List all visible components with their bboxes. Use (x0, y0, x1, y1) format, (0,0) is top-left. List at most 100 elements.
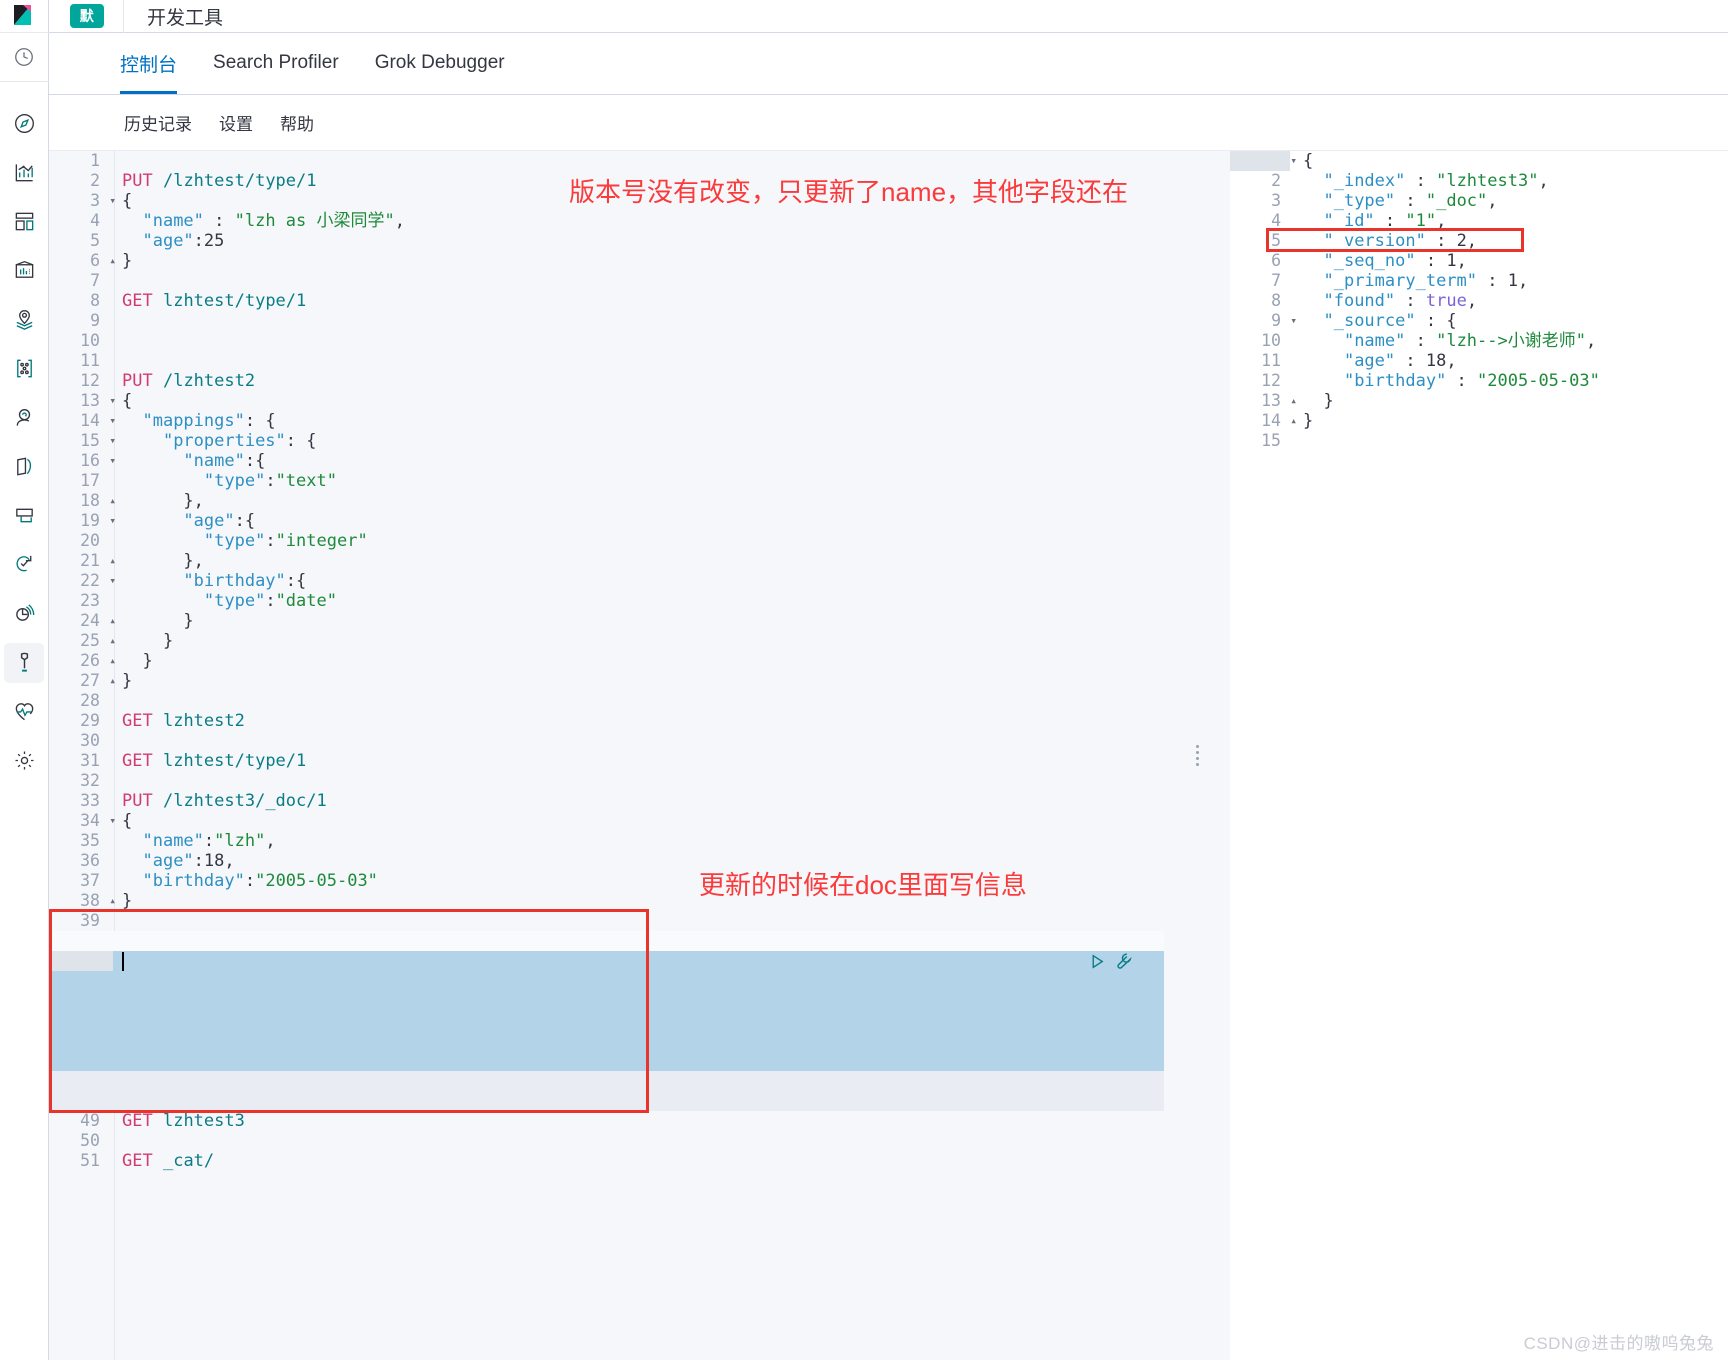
tab-search-profiler[interactable]: Search Profiler (195, 32, 357, 94)
code-line: "found" : true, (1323, 291, 1478, 311)
line-number: 8 (90, 291, 100, 310)
code-line: GET lzhtest2 (122, 711, 245, 731)
line-number: 28 (80, 691, 100, 710)
line-number: 38 ▴ (80, 891, 116, 910)
space-avatar[interactable]: 默 (70, 4, 104, 28)
tab-search-profiler-label: Search Profiler (213, 52, 339, 73)
sidebar-item-graph[interactable] (0, 344, 49, 393)
code-line: "_index" : "lzhtest3", (1323, 171, 1549, 191)
request-actions[interactable] (1089, 952, 1133, 970)
line-number: 32 (80, 771, 100, 790)
wrench-icon[interactable] (1115, 952, 1133, 970)
line-number: 34 ▾ (80, 811, 116, 830)
sidebar-item-discover[interactable] (0, 99, 49, 148)
line-number: 25 ▴ (80, 631, 116, 650)
sidebar-item-canvas[interactable] (0, 246, 49, 295)
tab-console[interactable]: 控制台 (120, 32, 195, 94)
gear-icon (4, 741, 44, 781)
line-number: 21 ▴ (80, 551, 116, 570)
line-number: 29 (80, 711, 100, 730)
sidebar-item-siem[interactable] (0, 589, 49, 638)
line-number: 14 ▴ (1261, 411, 1297, 430)
line-number: 23 (80, 591, 100, 610)
code-line: PUT /lzhtest2 (122, 371, 256, 391)
dashboard-icon (4, 202, 44, 242)
submenu-settings[interactable]: 设置 (219, 110, 253, 135)
tab-grok-debugger-label: Grok Debugger (374, 52, 505, 73)
annotation-version-note: 版本号没有改变，只更新了name，其他字段还在 (569, 177, 1129, 207)
request-editor[interactable]: 1 2 3 ▾ 4 5 6 ▴ 7 8 9 10 11 12 13 ▾ 14 ▾ 15 ▾ 16 ▾ 17 18 ▴ 19 ▾ 20 2… (49, 151, 1164, 1360)
line-number: 12 (80, 371, 100, 390)
code-line: }, (183, 551, 204, 571)
submenu-history[interactable]: 历史记录 (124, 110, 192, 135)
tab-grok-debugger[interactable]: Grok Debugger (357, 32, 523, 94)
code-line: } (122, 251, 133, 271)
line-number: 35 (80, 831, 100, 850)
sidebar-item-management[interactable] (0, 736, 49, 785)
line-number: 13 ▾ (80, 391, 116, 410)
line-number: 31 (80, 751, 100, 770)
line-number: 12 (1261, 371, 1281, 390)
code-text[interactable]: { "_index" : "lzhtest3", "_type" : "_doc… (1303, 151, 1600, 451)
code-line: "type":"integer" (203, 531, 368, 551)
sidebar-item-recently-viewed[interactable] (0, 33, 49, 82)
code-line: { (122, 191, 133, 211)
code-line: { (1303, 151, 1314, 171)
line-number: 24 ▴ (80, 611, 116, 630)
code-line: } (1303, 411, 1314, 431)
code-line: GET lzhtest/type/1 (122, 751, 307, 771)
sidebar-item-monitoring[interactable] (0, 687, 49, 736)
annotation-box-version (1266, 228, 1524, 252)
sidebar-item-maps[interactable] (0, 295, 49, 344)
play-icon[interactable] (1089, 953, 1106, 970)
code-line: } (122, 671, 133, 691)
line-number: 9 ▾ (1271, 311, 1297, 330)
line-number: 16 ▾ (80, 451, 116, 470)
line-number: 11 (80, 351, 100, 370)
sidebar-item-machine-learning[interactable] (0, 393, 49, 442)
line-number: 6 ▴ (90, 251, 116, 270)
line-number: 15 ▾ (80, 431, 116, 450)
annotation-box-update-request (49, 909, 649, 1113)
line-number: 36 (80, 851, 100, 870)
line-number: 5 (90, 231, 100, 250)
uptime-icon (4, 545, 44, 585)
line-number: 2 (90, 171, 100, 190)
global-nav-rail (0, 0, 49, 1360)
elastic-logo[interactable] (0, 0, 49, 33)
response-viewer[interactable]: 1▾23456789▾10111213▴14▴15{ "_index" : "l… (1230, 151, 1728, 1360)
main-area: 默 开发工具 控制台 Search Profiler Grok Debugger… (49, 0, 1728, 1360)
pane-resizer[interactable] (1164, 151, 1230, 1360)
sidebar-item-uptime[interactable] (0, 540, 49, 589)
line-number: 50 (80, 1131, 100, 1150)
app-title: 开发工具 (147, 7, 224, 29)
line-number: 6 (1271, 251, 1281, 270)
code-line: }, (183, 491, 204, 511)
sidebar-item-dev-tools[interactable] (0, 638, 49, 687)
code-line: } (183, 611, 194, 631)
code-line: GET lzhtest/type/1 (122, 291, 307, 311)
line-number: 37 (80, 871, 100, 890)
sidebar-item-visualize[interactable] (0, 148, 49, 197)
output-gutter-current-line (1230, 151, 1290, 171)
sidebar-item-logs[interactable] (0, 442, 49, 491)
sidebar-item-apm[interactable] (0, 491, 49, 540)
code-line: } (162, 631, 174, 651)
code-line: "_seq_no" : 1, (1323, 251, 1467, 271)
topbar-divider (123, 0, 124, 33)
line-number: 8 (1271, 291, 1281, 310)
submenu-help[interactable]: 帮助 (280, 110, 314, 135)
code-line: "properties": { (162, 431, 317, 451)
console-body: 1 2 3 ▾ 4 5 6 ▴ 7 8 9 10 11 12 13 ▾ 14 ▾ 15 ▾ 16 ▾ 17 18 ▴ 19 ▾ 20 2… (49, 151, 1728, 1360)
code-line: "_primary_term" : 1, (1323, 271, 1529, 291)
sidebar-item-dashboard[interactable] (0, 197, 49, 246)
graph-icon (4, 349, 44, 389)
annotation-doc-note: 更新的时候在doc里面写信息 (699, 870, 1027, 900)
